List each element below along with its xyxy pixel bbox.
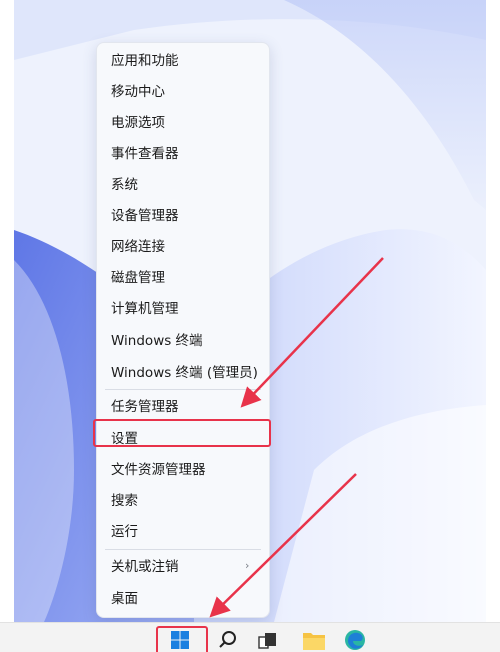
menu-separator [105, 389, 261, 390]
menu-item-system[interactable]: 系统 [111, 172, 138, 198]
menu-item-network[interactable]: 网络连接 [111, 234, 165, 260]
menu-item-run[interactable]: 运行 [111, 519, 138, 545]
menu-item-power-options[interactable]: 电源选项 [111, 110, 165, 136]
menu-item-event-viewer[interactable]: 事件查看器 [111, 141, 179, 167]
start-button-highlight-box [156, 626, 208, 652]
start-context-menu: 应用和功能 移动中心 电源选项 事件查看器 系统 设备管理器 网络连接 磁盘管理… [96, 42, 270, 618]
menu-separator [105, 549, 261, 550]
menu-item-task-manager[interactable]: 任务管理器 [111, 394, 179, 420]
taskbar [0, 622, 500, 652]
menu-item-file-explorer[interactable]: 文件资源管理器 [111, 457, 206, 483]
menu-item-apps-features[interactable]: 应用和功能 [111, 48, 179, 74]
menu-item-windows-terminal[interactable]: Windows 终端 [111, 328, 203, 354]
menu-item-search[interactable]: 搜索 [111, 488, 138, 514]
chevron-right-icon: › [245, 559, 250, 572]
search-icon[interactable] [218, 630, 238, 650]
task-view-icon[interactable] [258, 631, 278, 651]
menu-item-device-manager[interactable]: 设备管理器 [111, 203, 179, 229]
settings-highlight-box [93, 419, 271, 447]
menu-item-mobility-center[interactable]: 移动中心 [111, 79, 165, 105]
menu-item-shutdown-signout[interactable]: 关机或注销 [111, 554, 179, 580]
file-explorer-icon[interactable] [302, 629, 326, 651]
menu-item-desktop[interactable]: 桌面 [111, 586, 138, 612]
menu-item-disk-management[interactable]: 磁盘管理 [111, 265, 165, 291]
desktop-screen: 应用和功能 移动中心 电源选项 事件查看器 系统 设备管理器 网络连接 磁盘管理… [0, 0, 500, 652]
menu-item-computer-management[interactable]: 计算机管理 [111, 296, 179, 322]
menu-item-windows-terminal-admin[interactable]: Windows 终端 (管理员) [111, 360, 258, 386]
edge-icon[interactable] [344, 629, 366, 651]
